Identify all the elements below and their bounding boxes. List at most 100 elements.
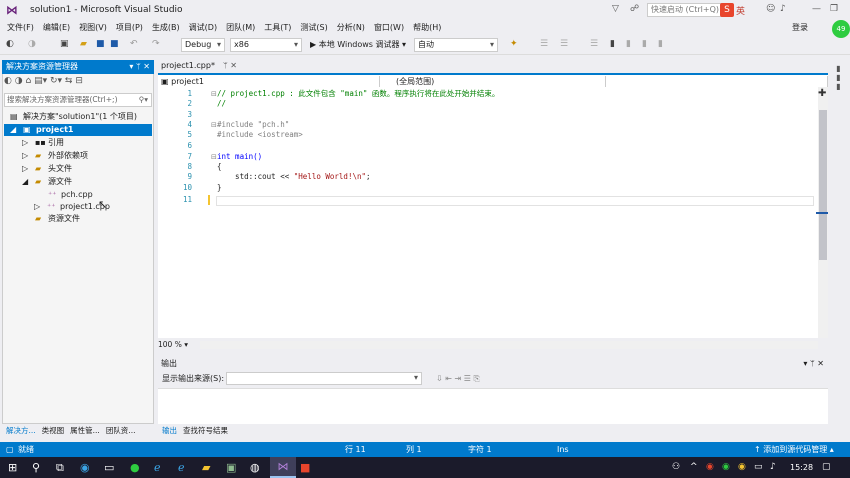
mic-icon[interactable]: ♪ [780,4,786,14]
save-icon[interactable]: ■ [96,39,105,49]
visual-studio-taskbar-button[interactable]: ⋈ [270,457,296,478]
recorder-icon[interactable]: ■ [300,460,310,475]
start-debugger-button[interactable]: ▶ 本地 Windows 调试器 ▾ [310,39,406,50]
search-icon[interactable]: ⚲ [32,460,40,475]
menu-edit[interactable]: 编辑(E) [43,22,70,33]
notifications-icon[interactable]: ▢ [822,460,831,475]
forward-icon[interactable]: ◑ [28,39,36,49]
nav-member-select[interactable] [608,76,828,87]
tray-chevron-icon[interactable]: ^ [690,460,698,475]
bookmark-icon[interactable]: ▮ [610,39,615,49]
collapsed-arrow-icon[interactable]: ▷ [34,201,44,213]
platform-select[interactable]: x86 [230,38,302,52]
tree-sources[interactable]: ◢ ▰ 源文件 [22,176,72,188]
network-icon[interactable]: ▭ [754,460,763,475]
uncomment-icon[interactable]: ☰ [560,39,568,49]
switch-view-icon[interactable]: ▤▾ [34,76,47,86]
next-bookmark-icon[interactable]: ▮ [642,39,647,49]
tray-icon[interactable]: ◉ [722,460,730,475]
output-toolbar-icons[interactable]: ⇩ ⇤ ⇥ ☰ ⎘ [436,374,480,384]
collapsed-arrow-icon[interactable]: ▷ [22,137,32,149]
back-icon[interactable]: ◐ [6,39,14,49]
nav-project-select[interactable]: ▣ project1 [158,76,380,87]
emoji-icon[interactable]: ☺ [766,4,775,14]
tree-external-deps[interactable]: ▷ ▰ 外部依赖项 [22,150,88,162]
tree-headers[interactable]: ▷ ▰ 头文件 [22,163,72,175]
menu-tools[interactable]: 工具(T) [264,22,291,33]
tray-icon[interactable]: ◉ [738,460,746,475]
expanded-arrow-icon[interactable]: ◢ [22,176,32,188]
back-nav-icon[interactable]: ◐ [4,76,12,86]
add-to-source-control-button[interactable]: ↑ 添加到源代码管理 ▴ [754,442,834,457]
editor-horizontal-scrollbar[interactable] [200,341,818,349]
app-icon[interactable]: ▣ [226,460,236,475]
volume-icon[interactable]: ♪ [770,460,776,475]
start-icon[interactable]: ⊞ [8,460,17,475]
tree-solution[interactable]: ▤ 解决方案"solution1"(1 个项目) [10,111,137,123]
app-icon[interactable]: ◍ [250,460,260,475]
fold-toggle-icon[interactable]: ⊟ [211,89,217,99]
output-source-select[interactable] [226,372,422,385]
panel-controls-icon[interactable]: ▾ ᛘ ✕ [803,357,824,370]
filter-icon[interactable]: ▽ [612,4,619,14]
people-icon[interactable]: ⚇ [672,460,680,475]
expanded-arrow-icon[interactable]: ◢ [10,124,20,136]
restore-icon[interactable]: ❐ [830,4,838,14]
comment-icon[interactable]: ☰ [540,39,548,49]
editor-tab-project1-cpp[interactable]: project1.cpp* ᛘ ✕ [158,60,242,72]
edge-icon[interactable]: ℯ [154,460,161,475]
ime-mode-label[interactable]: 英 [736,4,745,17]
tray-icon[interactable]: ◉ [706,460,714,475]
menu-analyze[interactable]: 分析(N) [337,22,365,33]
side-tool-tabs[interactable]: ▮▮▮ [834,64,843,91]
fold-toggle-icon[interactable]: ⊟ [211,152,217,162]
tab-solution-explorer[interactable]: 解决方... [6,425,36,436]
menu-team[interactable]: 团队(M) [226,22,255,33]
tab-class-view[interactable]: 类视图 [42,425,65,436]
tab-output[interactable]: 输出 [162,425,177,436]
collapse-all-icon[interactable]: ⊟ [75,76,83,86]
sogou-ime-icon[interactable]: S [720,3,734,17]
file-explorer-icon[interactable]: ▰ [202,460,210,475]
feedback-icon[interactable]: ☍ [630,4,639,14]
menu-window[interactable]: 窗口(W) [374,22,404,33]
clear-bookmarks-icon[interactable]: ▮ [658,39,663,49]
app-icon[interactable]: ● [130,460,140,475]
tab-team-explorer[interactable]: 团队资... [106,425,136,436]
prev-bookmark-icon[interactable]: ▮ [626,39,631,49]
new-project-icon[interactable]: ▣ [60,39,69,49]
home-icon[interactable]: ⌂ [25,76,31,86]
auto-select[interactable]: 自动 [414,38,498,52]
redo-icon[interactable]: ↷ [152,39,160,49]
solution-search-input[interactable]: 搜索解决方案资源管理器(Ctrl+;) ⚲▾ [4,93,152,107]
nav-scope-select[interactable]: (全局范围) [382,76,606,87]
browser-icon[interactable]: ◉ [80,460,90,475]
fold-toggle-icon[interactable]: ⊟ [211,120,217,130]
task-view-icon[interactable]: ⧉ [56,460,64,475]
collapsed-arrow-icon[interactable]: ▷ [22,150,32,162]
sync-icon[interactable]: ⇆ [65,76,73,86]
editor-scroll-thumb[interactable] [819,110,827,260]
tree-project[interactable]: ◢ ▣ project1 [4,124,152,136]
configuration-select[interactable]: Debug [181,38,225,52]
quick-launch-input[interactable]: 快速启动 (Ctrl+Q) [647,3,727,17]
tree-resources[interactable]: ▰ 资源文件 [22,213,80,225]
tree-references[interactable]: ▷ ▪▪ 引用 [22,137,64,149]
clock[interactable]: 15:28 [790,460,813,475]
menu-project[interactable]: 项目(P) [116,22,143,33]
terminal-icon[interactable]: ▭ [104,460,114,475]
build-icon[interactable]: ✦ [510,39,518,49]
minimize-icon[interactable]: — [812,4,821,14]
output-text-area[interactable] [158,388,828,424]
collapsed-arrow-icon[interactable]: ▷ [22,163,32,175]
menu-help[interactable]: 帮助(H) [413,22,441,33]
panel-controls-icon[interactable]: ▾ ᛘ ✕ [129,60,150,74]
zoom-level-select[interactable]: 100 % ▾ [158,339,198,350]
menu-debug[interactable]: 调试(D) [189,22,217,33]
menu-test[interactable]: 测试(S) [300,22,327,33]
indent-icon[interactable]: ☰ [590,39,598,49]
forward-nav-icon[interactable]: ◑ [15,76,23,86]
save-all-icon[interactable]: ■ [110,39,119,49]
menu-view[interactable]: 视图(V) [79,22,107,33]
pending-changes-icon[interactable]: ↻▾ [50,76,62,86]
